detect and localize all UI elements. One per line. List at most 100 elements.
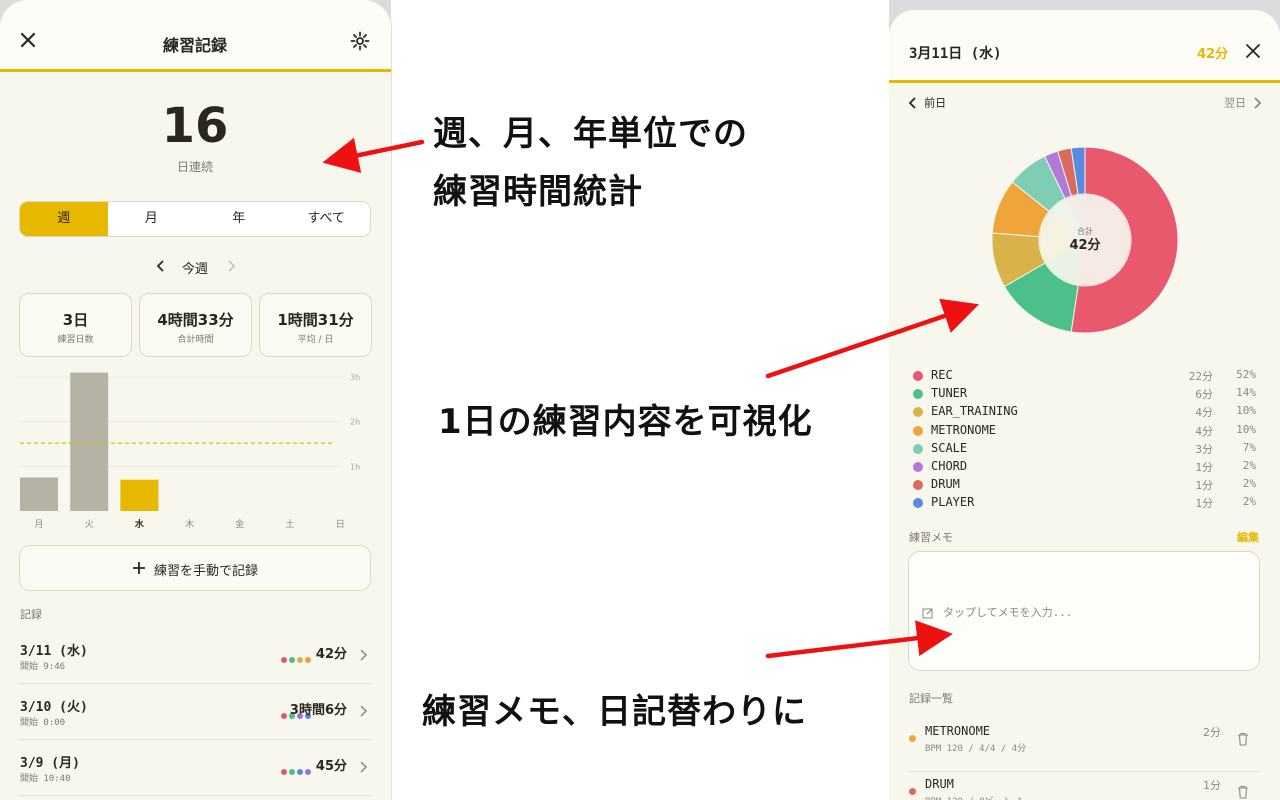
tab-week[interactable]: 週 xyxy=(20,202,108,236)
legend-minutes: 6分 xyxy=(1195,388,1213,402)
prev-day-label: 前日 xyxy=(924,96,947,110)
stat-label: 平均 / 日 xyxy=(297,335,334,345)
x-tick-label: 日 xyxy=(336,519,345,530)
x-tick-label: 火 xyxy=(85,519,94,530)
close-icon[interactable] xyxy=(1245,43,1261,59)
log-name: DRUM xyxy=(925,777,954,791)
legend-minutes: 3分 xyxy=(1195,442,1213,456)
prev-day-button[interactable]: 前日 xyxy=(907,92,947,110)
y-tick-label: 2h xyxy=(350,418,360,427)
annotation-stats-line2: 練習時間統計 xyxy=(433,172,643,212)
stat-value: 4時間33分 xyxy=(157,311,234,329)
legend-minutes: 1分 xyxy=(1195,461,1213,474)
legend-name: METRONOME xyxy=(931,422,997,437)
legend-minutes: 4分 xyxy=(1195,424,1213,438)
next-day-button[interactable]: 翌日 xyxy=(1224,92,1263,110)
legend-item: PLAYER 1分 2% xyxy=(913,495,1260,513)
chevron-right-icon xyxy=(358,702,368,717)
legend-swatch xyxy=(913,425,923,436)
chevron-right-icon xyxy=(358,758,368,773)
log-duration: 1分 xyxy=(1203,779,1221,792)
legend-percent: 2% xyxy=(1242,477,1256,491)
stat-card-total: 4時間33分 合計時間 xyxy=(139,293,252,357)
detail-header: 3月11日 (水) 42分 xyxy=(889,10,1280,83)
log-color-dot xyxy=(909,735,916,742)
manual-record-button[interactable]: 練習を手動で記録 xyxy=(19,545,371,591)
tab-all[interactable]: すべて xyxy=(283,202,371,236)
memo-heading: 練習メモ xyxy=(909,531,953,544)
page-title: 練習記録 xyxy=(162,36,227,55)
chevron-right-icon[interactable] xyxy=(224,258,238,272)
memo-edit-link[interactable]: 編集 xyxy=(1237,529,1259,545)
legend-name: DRUM xyxy=(931,477,960,492)
category-dot xyxy=(281,713,287,719)
record-row[interactable]: 3/10 (火) 開始 0:00 3時間6分 xyxy=(19,684,371,740)
legend-percent: 2% xyxy=(1242,459,1256,472)
trash-icon[interactable] xyxy=(1237,731,1249,746)
annotation-visualize: 1日の練習内容を可視化 xyxy=(438,402,813,442)
stat-card-days: 3日 練習日数 xyxy=(19,293,132,357)
chevron-left-icon[interactable] xyxy=(154,258,168,272)
legend-swatch xyxy=(913,480,923,491)
annotation-stats-line1: 週、月、年単位での xyxy=(433,114,748,154)
category-dot xyxy=(289,769,295,775)
log-detail: BPM 120 / 4/4 / 4分 xyxy=(925,744,1027,754)
record-date: 3/11 (水) xyxy=(20,644,88,659)
record-duration: 42分 xyxy=(315,647,347,662)
legend-percent: 10% xyxy=(1236,404,1256,418)
close-icon[interactable] xyxy=(18,30,38,50)
daily-pie-chart: 合計42分 xyxy=(991,146,1179,334)
legend-name: REC xyxy=(931,368,953,382)
legend-name: SCALE xyxy=(931,440,968,455)
tab-month[interactable]: 月 xyxy=(108,202,196,236)
detail-total: 42分 xyxy=(1197,47,1229,62)
stats-screen: 練習記録 16 日連続 週 月 年 すべて 今週 3日 練習日数 4時間33分 … xyxy=(0,0,391,800)
category-dot xyxy=(297,657,303,663)
legend-percent: 10% xyxy=(1236,422,1256,436)
annotation-memo: 練習メモ、日記替わりに xyxy=(422,692,807,732)
bar-0[interactable] xyxy=(20,477,58,512)
manual-record-label: 練習を手動で記録 xyxy=(154,564,259,579)
category-dot xyxy=(305,657,311,663)
legend-item: TUNER 6分 14% xyxy=(913,386,1260,404)
stat-label: 練習日数 xyxy=(57,335,94,345)
legend-swatch xyxy=(913,498,923,509)
bar-1[interactable] xyxy=(70,372,109,511)
memo-placeholder: タップしてメモを入力... xyxy=(943,606,1073,619)
legend-item: REC 22分 52% xyxy=(913,368,1260,386)
record-row[interactable]: 3/9 (月) 開始 10:40 45分 xyxy=(19,740,371,796)
tab-year[interactable]: 年 xyxy=(195,202,283,236)
record-category-dots xyxy=(281,760,313,775)
legend-name: EAR_TRAINING xyxy=(931,404,1018,419)
weekly-bar-chart: 3h 2h 1h 月 火 水 木 金 土 日 xyxy=(20,372,360,530)
log-row[interactable]: METRONOME BPM 120 / 4/4 / 4分 2分 xyxy=(908,722,1260,772)
record-duration: 3時間6分 xyxy=(289,703,347,718)
record-date: 3/9 (月) xyxy=(20,756,80,771)
legend-item: EAR_TRAINING 4分 10% xyxy=(913,404,1260,422)
log-row[interactable]: DRUM BPM 120 / 8ビート 1 1分 xyxy=(908,775,1260,800)
category-dot xyxy=(305,769,311,775)
legend-item: CHORD 1分 2% xyxy=(913,459,1260,477)
streak-label: 日連続 xyxy=(176,160,213,174)
bar-2[interactable] xyxy=(120,479,159,511)
period-label: 今週 xyxy=(181,262,208,277)
legend-percent: 2% xyxy=(1242,495,1256,509)
gear-icon[interactable] xyxy=(350,31,370,51)
log-detail: BPM 120 / 8ビート 1 xyxy=(925,794,1022,800)
x-tick-label: 月 xyxy=(34,519,43,530)
legend-item: SCALE 3分 7% xyxy=(913,441,1260,459)
record-row[interactable]: 3/11 (水) 開始 9:46 42分 xyxy=(19,628,371,684)
legend-name: CHORD xyxy=(931,459,968,473)
legend-swatch xyxy=(913,443,923,454)
x-tick-label: 木 xyxy=(185,518,194,530)
x-tick-label: 金 xyxy=(235,518,244,530)
log-duration: 2分 xyxy=(1203,726,1221,739)
category-dot xyxy=(297,769,303,775)
stat-label: 合計時間 xyxy=(177,335,214,345)
legend-name: TUNER xyxy=(931,386,968,401)
category-dot xyxy=(281,657,287,663)
legend-name: PLAYER xyxy=(931,495,975,510)
record-category-dots xyxy=(281,648,313,663)
memo-input[interactable]: タップしてメモを入力... xyxy=(908,551,1260,671)
trash-icon[interactable] xyxy=(1237,784,1249,799)
